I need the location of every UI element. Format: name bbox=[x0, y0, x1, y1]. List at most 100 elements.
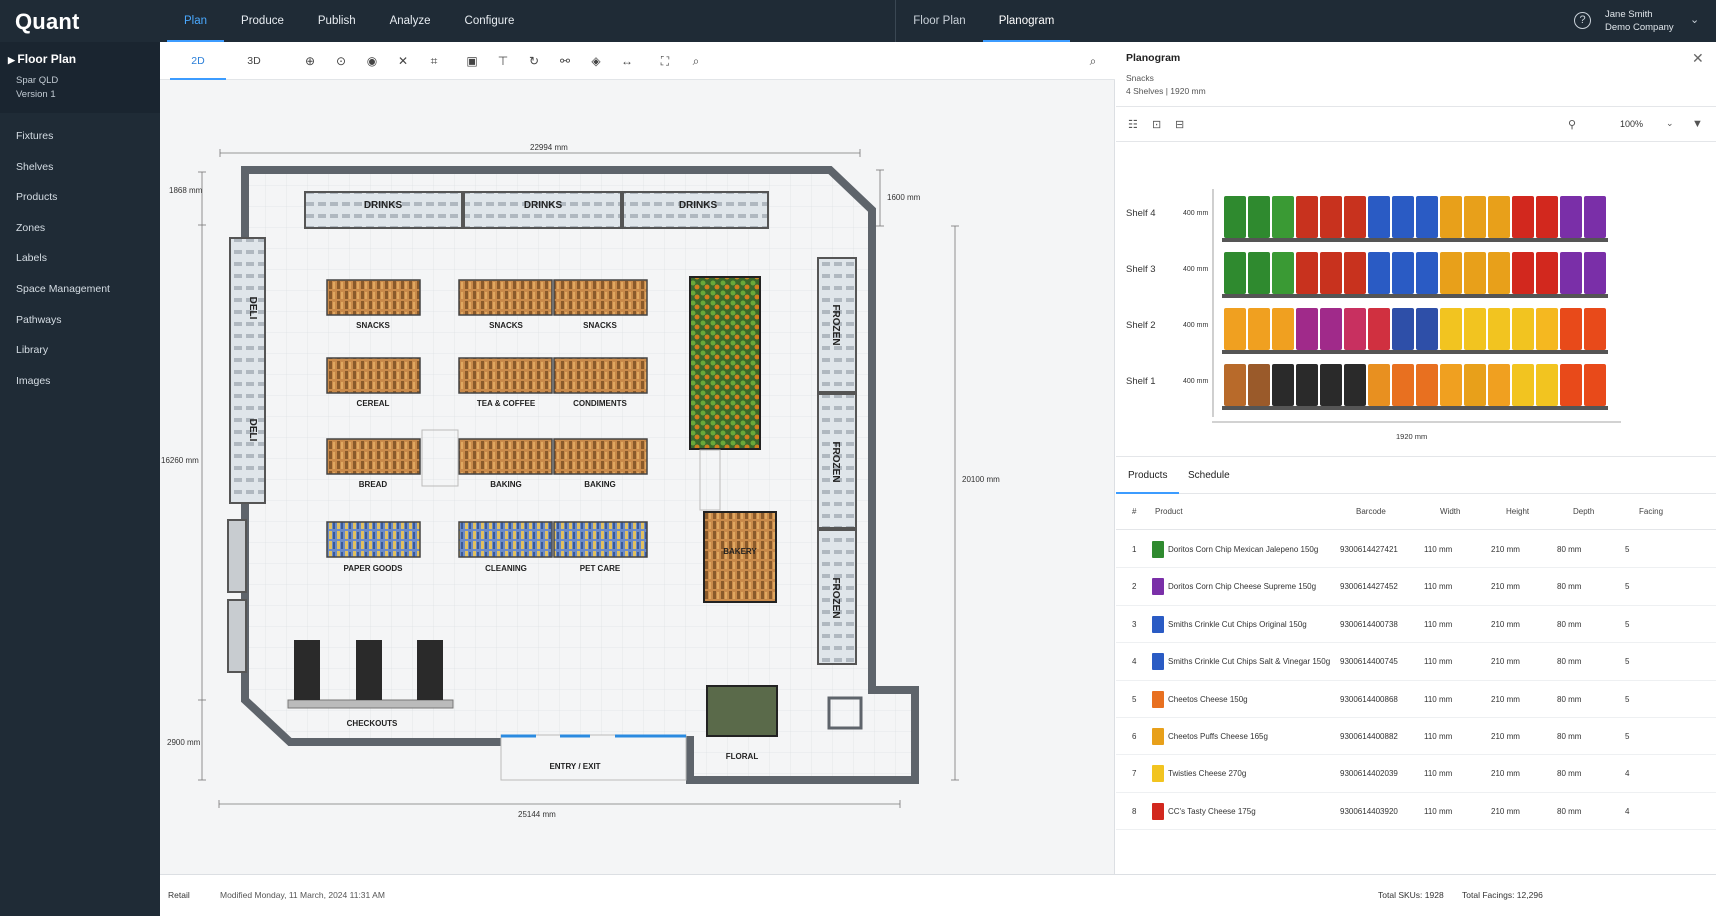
sidebar-item-zones[interactable]: Zones bbox=[0, 213, 160, 244]
close-icon[interactable]: ✕ bbox=[1692, 50, 1704, 67]
product-facing[interactable] bbox=[1536, 252, 1558, 294]
product-facing[interactable] bbox=[1320, 308, 1342, 350]
link-icon[interactable]: ⚯ bbox=[558, 54, 572, 68]
sidebar-header[interactable]: ▶ Floor Plan Spar QLD Version 1 bbox=[0, 42, 160, 113]
product-facing[interactable] bbox=[1296, 364, 1318, 406]
product-facing[interactable] bbox=[1248, 196, 1270, 238]
nav-tab-publish[interactable]: Publish bbox=[301, 0, 373, 42]
product-facing[interactable] bbox=[1512, 364, 1534, 406]
zoom-level[interactable]: 100% bbox=[1620, 119, 1643, 129]
table-row[interactable]: 5 Cheetos Cheese 150g 9300614400868 110 mm 2… bbox=[1116, 681, 1716, 718]
tab-products[interactable]: Products bbox=[1116, 458, 1180, 494]
nav-tab-produce[interactable]: Produce bbox=[224, 0, 301, 42]
product-facing[interactable] bbox=[1464, 252, 1486, 294]
product-facing[interactable] bbox=[1488, 196, 1510, 238]
product-facing[interactable] bbox=[1464, 308, 1486, 350]
product-facing[interactable] bbox=[1296, 252, 1318, 294]
product-facing[interactable] bbox=[1440, 364, 1462, 406]
measure-icon[interactable]: ↔ bbox=[620, 54, 634, 68]
product-facing[interactable] bbox=[1536, 196, 1558, 238]
product-facing[interactable] bbox=[1320, 252, 1342, 294]
table-row[interactable]: 8 CC's Tasty Cheese 175g 9300614403920 110 … bbox=[1116, 793, 1716, 831]
search-zoom-icon[interactable]: ⌕ bbox=[689, 54, 703, 68]
waypoint-icon[interactable]: ◈ bbox=[589, 54, 603, 68]
product-facing[interactable] bbox=[1392, 196, 1414, 238]
product-facing[interactable] bbox=[1344, 196, 1366, 238]
product-facing[interactable] bbox=[1560, 252, 1582, 294]
col-height[interactable]: Height bbox=[1506, 507, 1529, 516]
product-facing[interactable] bbox=[1272, 252, 1294, 294]
product-facing[interactable] bbox=[1536, 308, 1558, 350]
sidebar-item-shelves[interactable]: Shelves bbox=[0, 152, 160, 183]
sidebar-item-labels[interactable]: Labels bbox=[0, 243, 160, 274]
zoom-in-icon[interactable]: ⊕ bbox=[303, 54, 317, 68]
nav-tab-configure[interactable]: Configure bbox=[448, 0, 532, 42]
chevron-down-icon[interactable]: ⌄ bbox=[1666, 118, 1674, 129]
product-facing[interactable] bbox=[1392, 252, 1414, 294]
product-facing[interactable] bbox=[1248, 308, 1270, 350]
product-facing[interactable] bbox=[1248, 364, 1270, 406]
product-facing[interactable] bbox=[1512, 308, 1534, 350]
product-facing[interactable] bbox=[1464, 196, 1486, 238]
product-facing[interactable] bbox=[1368, 308, 1390, 350]
sidebar-item-space-management[interactable]: Space Management bbox=[0, 274, 160, 305]
zoom-fit-icon[interactable]: ⊙ bbox=[334, 54, 348, 68]
product-facing[interactable] bbox=[1584, 308, 1606, 350]
product-facing[interactable] bbox=[1272, 196, 1294, 238]
product-facing[interactable] bbox=[1296, 196, 1318, 238]
produce-fixtures[interactable] bbox=[689, 276, 761, 450]
user-menu[interactable]: Jane Smith Demo Company bbox=[1605, 8, 1674, 34]
table-row[interactable]: 2 Doritos Corn Chip Cheese Supreme 150g 93… bbox=[1116, 568, 1716, 606]
product-facing[interactable] bbox=[1344, 252, 1366, 294]
product-facing[interactable] bbox=[1416, 252, 1438, 294]
checkout-counters[interactable] bbox=[287, 640, 454, 709]
product-facing[interactable] bbox=[1560, 308, 1582, 350]
table-row[interactable]: 4 Smiths Crinkle Cut Chips Salt & Vinegar… bbox=[1116, 643, 1716, 681]
table-row[interactable]: 1 Doritos Corn Chip Mexican Jalepeno 150g… bbox=[1116, 531, 1716, 569]
product-facing[interactable] bbox=[1272, 364, 1294, 406]
bakery-fixture[interactable] bbox=[703, 511, 777, 603]
fullscreen-icon[interactable]: ⛶ bbox=[658, 54, 672, 68]
product-facing[interactable] bbox=[1488, 308, 1510, 350]
product-facing[interactable] bbox=[1224, 308, 1246, 350]
product-facing[interactable] bbox=[1320, 196, 1342, 238]
filter-solid-icon[interactable]: ▼ bbox=[1692, 118, 1703, 130]
product-facing[interactable] bbox=[1392, 308, 1414, 350]
view-tab-planogram[interactable]: Planogram bbox=[983, 0, 1070, 42]
nav-tab-analyze[interactable]: Analyze bbox=[373, 0, 448, 42]
planogram-view[interactable]: Shelf 4 400 mm Shelf 3 400 mm Shelf 2 40… bbox=[1116, 142, 1716, 457]
product-facing[interactable] bbox=[1488, 364, 1510, 406]
col-barcode[interactable]: Barcode bbox=[1356, 507, 1386, 516]
floor-plan-canvas[interactable]: 22994 mm 25144 mm 1868 mm 16260 mm 2900 … bbox=[160, 80, 1115, 874]
product-facing[interactable] bbox=[1560, 196, 1582, 238]
product-facing[interactable] bbox=[1272, 308, 1294, 350]
product-facing[interactable] bbox=[1584, 252, 1606, 294]
app-logo[interactable]: Quant bbox=[15, 9, 80, 35]
col-width[interactable]: Width bbox=[1440, 507, 1460, 516]
product-facing[interactable] bbox=[1560, 364, 1582, 406]
sidebar-item-images[interactable]: Images bbox=[0, 366, 160, 397]
rotate-icon[interactable]: ↻ bbox=[527, 54, 541, 68]
product-facing[interactable] bbox=[1248, 252, 1270, 294]
product-facing[interactable] bbox=[1440, 252, 1462, 294]
product-facing[interactable] bbox=[1224, 252, 1246, 294]
col-facing[interactable]: Facing bbox=[1639, 507, 1663, 516]
shelf-icon[interactable]: ⊤ bbox=[496, 54, 510, 68]
product-facing[interactable] bbox=[1320, 364, 1342, 406]
product-facing[interactable] bbox=[1464, 364, 1486, 406]
product-facing[interactable] bbox=[1584, 364, 1606, 406]
product-facing[interactable] bbox=[1440, 196, 1462, 238]
product-facing[interactable] bbox=[1512, 252, 1534, 294]
filter-icon[interactable]: ⚲ bbox=[1568, 118, 1576, 131]
col-product[interactable]: Product bbox=[1155, 507, 1183, 516]
grid-view-icon[interactable]: ☷ bbox=[1128, 118, 1138, 131]
product-facing[interactable] bbox=[1368, 252, 1390, 294]
expand-icon[interactable]: ✕ bbox=[396, 54, 410, 68]
mode-2d-tab[interactable]: 2D bbox=[170, 42, 226, 80]
frame-icon[interactable]: ⌗ bbox=[427, 54, 441, 68]
product-facing[interactable] bbox=[1296, 308, 1318, 350]
sidebar-item-products[interactable]: Products bbox=[0, 182, 160, 213]
product-facing[interactable] bbox=[1416, 308, 1438, 350]
mode-3d-tab[interactable]: 3D bbox=[226, 42, 282, 80]
col-depth[interactable]: Depth bbox=[1573, 507, 1594, 516]
